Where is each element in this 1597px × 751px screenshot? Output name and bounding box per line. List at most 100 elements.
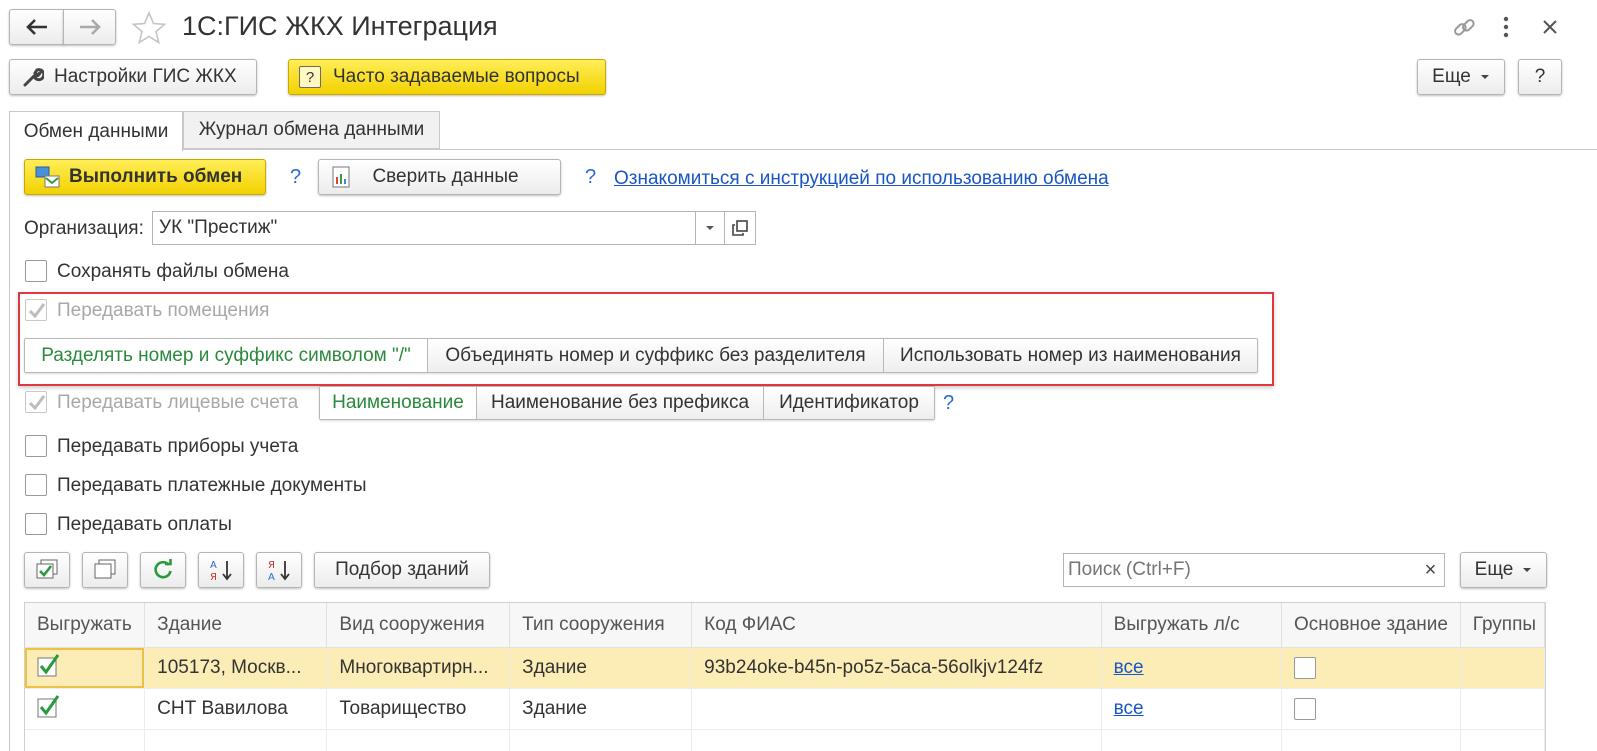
svg-text:Я: Я (268, 560, 275, 571)
more-button[interactable]: Еще (1417, 59, 1505, 95)
table-frame: Выгружать Здание Вид сооружения Тип соор… (24, 602, 1546, 751)
premises-mode-join[interactable]: Объединять номер и суффикс без разделите… (427, 339, 883, 372)
org-label: Организация: (24, 218, 144, 239)
chevron-down-icon (1480, 75, 1489, 79)
premises-label: Передавать помещения (57, 300, 270, 321)
reconcile-help[interactable]: ? (585, 166, 596, 189)
back-button[interactable] (9, 9, 64, 45)
payments-checkbox[interactable] (25, 513, 47, 535)
groups-cell (1460, 688, 1545, 730)
uncheck-all-button[interactable] (82, 552, 128, 588)
table-row[interactable]: СНТ Вавилова Товарищество Здание все (25, 688, 1545, 730)
svg-text:А: А (268, 572, 275, 582)
accounts-mode-no-prefix[interactable]: Наименование без префикса (476, 387, 763, 419)
tab-exchange[interactable]: Обмен данными (9, 111, 183, 151)
list-more-button[interactable]: Еще (1460, 552, 1547, 588)
reconcile-button[interactable]: Сверить данные (318, 159, 561, 195)
wrench-icon (23, 68, 44, 87)
accounts-checkbox[interactable] (25, 391, 47, 413)
premises-mode-slash[interactable]: Разделять номер и суффикс символом "/" (25, 339, 427, 372)
sort-desc-button[interactable]: Я А (256, 552, 302, 588)
col-type[interactable]: Тип сооружения (509, 603, 693, 648)
col-groups[interactable]: Группы (1460, 603, 1545, 648)
groups-cell (1460, 647, 1545, 689)
export-accounts-cell[interactable]: все (1101, 688, 1282, 730)
exchange-icon (35, 166, 60, 188)
main-building-cell[interactable] (1281, 688, 1461, 730)
main-building-cell[interactable] (1281, 647, 1461, 689)
buildings-table: Выгружать Здание Вид сооружения Тип соор… (25, 603, 1545, 751)
gis-settings-label: Настройки ГИС ЖКХ (54, 66, 237, 87)
fias-cell (691, 688, 1102, 730)
chevron-down-icon (706, 226, 714, 230)
org-open-button[interactable] (724, 211, 756, 245)
arrow-right-icon (79, 19, 101, 35)
export-accounts-link[interactable]: все (1114, 657, 1144, 678)
forward-button[interactable] (63, 9, 116, 45)
search-clear-button[interactable]: × (1417, 553, 1445, 587)
reconcile-label: Сверить данные (372, 166, 519, 187)
svg-text:А: А (210, 560, 217, 571)
col-fias[interactable]: Код ФИАС (691, 603, 1102, 648)
meters-label: Передавать приборы учета (57, 436, 299, 457)
accounts-mode-switch: Наименование Наименование без префикса И… (319, 386, 935, 420)
org-dropdown-button[interactable] (695, 211, 725, 245)
main-building-checkbox[interactable] (1293, 697, 1316, 720)
run-exchange-button[interactable]: Выполнить обмен (24, 159, 266, 195)
payment-docs-checkbox[interactable] (25, 474, 47, 496)
tab-exchange-log-label: Журнал обмена данными (198, 119, 425, 140)
export-cell[interactable] (25, 647, 146, 689)
col-export[interactable]: Выгружать (25, 603, 146, 648)
check-all-icon (36, 559, 58, 579)
run-exchange-help[interactable]: ? (290, 166, 301, 189)
pick-buildings-label: Подбор зданий (335, 559, 469, 580)
open-window-icon (732, 220, 748, 236)
more-vertical-icon[interactable] (1500, 15, 1512, 39)
star-icon[interactable] (132, 11, 166, 45)
gis-settings-button[interactable]: Настройки ГИС ЖКХ (9, 59, 257, 95)
instruction-link[interactable]: Ознакомиться с инструкцией по использова… (614, 168, 1109, 190)
checkbox-checked-icon (37, 694, 60, 717)
main-building-checkbox[interactable] (1293, 656, 1316, 679)
sort-descending-icon: Я А (268, 560, 290, 582)
question-icon: ? (299, 66, 321, 88)
accounts-mode-id[interactable]: Идентификатор (763, 387, 934, 419)
export-cell[interactable] (25, 688, 146, 730)
link-icon[interactable] (1451, 15, 1477, 41)
chevron-down-icon (1523, 568, 1532, 572)
run-exchange-label: Выполнить обмен (69, 166, 243, 187)
arrow-left-icon (25, 19, 47, 35)
help-button[interactable]: ? (1518, 59, 1562, 95)
tab-exchange-label: Обмен данными (23, 120, 169, 142)
col-main-building[interactable]: Основное здание (1281, 603, 1461, 648)
save-files-label: Сохранять файлы обмена (57, 261, 289, 282)
checkmark-icon (28, 303, 46, 319)
col-building[interactable]: Здание (144, 603, 328, 648)
export-accounts-cell[interactable]: все (1101, 647, 1282, 689)
premises-checkbox[interactable] (25, 299, 47, 321)
table-row[interactable]: 105173, Москв... Многоквартирн... Здание… (25, 647, 1545, 689)
col-kind[interactable]: Вид сооружения (326, 603, 511, 648)
tab-exchange-log[interactable]: Журнал обмена данными (183, 111, 440, 149)
accounts-label: Передавать лицевые счета (57, 392, 299, 413)
svg-text:Я: Я (210, 572, 217, 582)
checkbox-checked-icon (37, 653, 60, 676)
type-cell: Здание (509, 647, 693, 689)
refresh-button[interactable] (140, 552, 186, 588)
accounts-mode-name[interactable]: Наименование (320, 387, 476, 419)
meters-checkbox[interactable] (25, 435, 47, 457)
org-field[interactable]: УК "Престиж" (152, 211, 696, 245)
premises-mode-name[interactable]: Использовать номер из наименования (883, 339, 1257, 372)
export-accounts-link[interactable]: все (1114, 698, 1144, 719)
search-input[interactable] (1063, 553, 1418, 587)
col-export-accounts[interactable]: Выгружать л/с (1101, 603, 1282, 648)
close-icon[interactable] (1541, 18, 1559, 36)
save-files-checkbox[interactable] (25, 260, 47, 282)
pick-buildings-button[interactable]: Подбор зданий (314, 552, 490, 588)
uncheck-all-icon (94, 559, 116, 579)
accounts-help[interactable]: ? (943, 392, 954, 415)
sort-asc-button[interactable]: А Я (198, 552, 244, 588)
check-all-button[interactable] (24, 552, 70, 588)
kind-cell: Товарищество (326, 688, 511, 730)
faq-button[interactable]: ? Часто задаваемые вопросы (288, 59, 606, 95)
